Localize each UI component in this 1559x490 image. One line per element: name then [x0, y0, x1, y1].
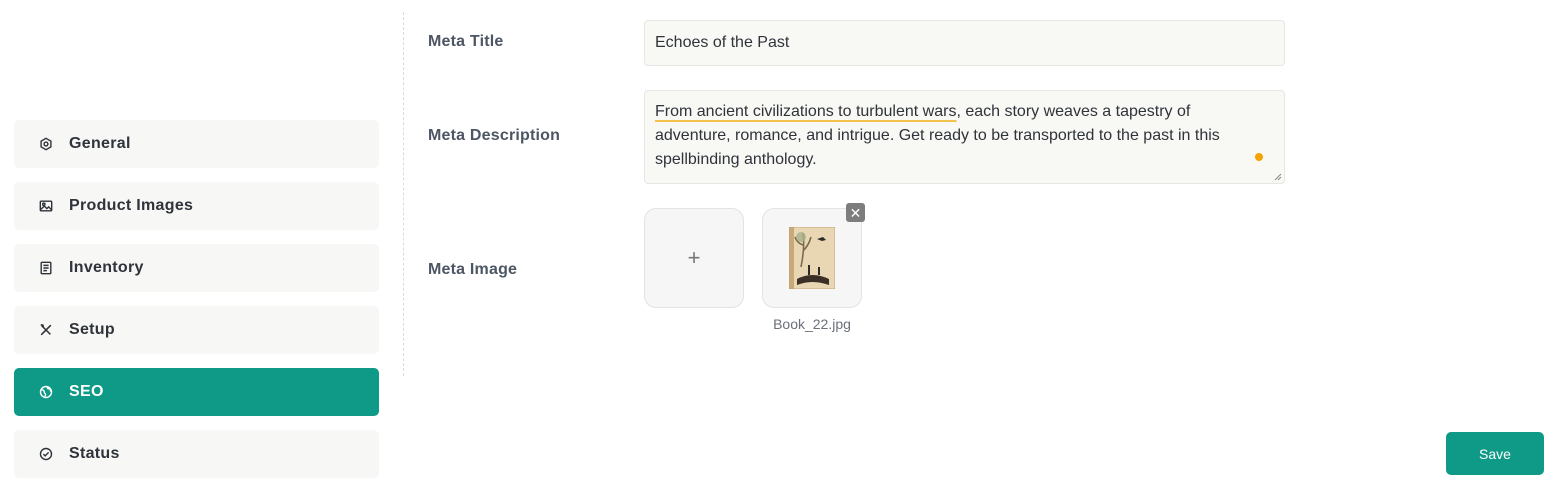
tools-icon	[38, 322, 54, 338]
sidebar-item-seo[interactable]: SEO	[14, 368, 379, 416]
sidebar-item-general[interactable]: General	[14, 120, 379, 168]
meta-title-label: Meta Title	[428, 33, 504, 50]
spellcheck-highlighted-text: From ancient civilizations to turbulent …	[655, 103, 957, 120]
meta-title-input[interactable]: Echoes of the Past	[644, 20, 1285, 66]
section-divider	[403, 12, 404, 376]
book-cover-image	[789, 227, 835, 289]
meta-image-thumbnail[interactable]	[762, 208, 862, 308]
document-icon	[38, 260, 54, 276]
close-icon: ✕	[849, 204, 862, 221]
sidebar-item-label: Setup	[69, 321, 115, 338]
product-editor-page: General Product Images Inventory Setup S…	[0, 0, 1559, 490]
sidebar-item-label: SEO	[69, 383, 104, 400]
settings-hexagon-icon	[38, 136, 54, 152]
check-circle-icon	[38, 446, 54, 462]
sidebar-item-status[interactable]: Status	[14, 430, 379, 478]
meta-description-textarea[interactable]: From ancient civilizations to turbulent …	[644, 90, 1285, 184]
remove-image-button[interactable]: ✕	[846, 203, 865, 222]
sidebar-item-label: Inventory	[69, 259, 144, 276]
sidebar-nav: General Product Images Inventory Setup S…	[14, 120, 379, 490]
sidebar-item-inventory[interactable]: Inventory	[14, 244, 379, 292]
globe-icon	[38, 384, 54, 400]
image-filename: Book_22.jpg	[773, 316, 851, 332]
sidebar-item-product-images[interactable]: Product Images	[14, 182, 379, 230]
image-icon	[38, 198, 54, 214]
sidebar-item-label: Product Images	[69, 197, 194, 214]
save-button[interactable]: Save	[1446, 432, 1544, 475]
resize-grip-icon[interactable]	[1273, 172, 1282, 181]
grammar-indicator-dot[interactable]	[1255, 153, 1263, 161]
sidebar-item-label: General	[69, 135, 131, 152]
meta-description-label: Meta Description	[428, 127, 561, 144]
add-image-button[interactable]: +	[644, 208, 744, 308]
plus-icon: +	[687, 245, 701, 270]
sidebar-item-setup[interactable]: Setup	[14, 306, 379, 354]
sidebar-item-label: Status	[69, 445, 120, 462]
meta-image-label: Meta Image	[428, 261, 518, 278]
